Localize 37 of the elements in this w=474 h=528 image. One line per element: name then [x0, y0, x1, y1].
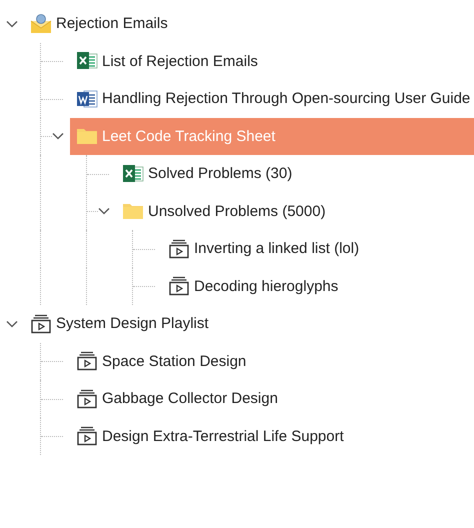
connector-line [41, 98, 63, 101]
spreadsheet-icon [122, 164, 144, 184]
tree-item[interactable]: Space Station Design [70, 342, 474, 380]
tree-item[interactable]: Handling Rejection Through Open-sourcing User Guide [70, 80, 474, 118]
chevron-icon[interactable] [6, 20, 18, 28]
playlist-icon [76, 388, 98, 409]
tree-item[interactable]: Gabbage Collector Design [70, 380, 474, 418]
chevron-icon[interactable] [6, 320, 18, 328]
tree-item[interactable]: Rejection Emails [24, 5, 474, 42]
connector-line [133, 286, 155, 288]
chevron-icon[interactable] [52, 132, 64, 140]
playlist-icon [30, 314, 52, 334]
tree-item[interactable]: List of Rejection Emails [70, 42, 474, 80]
playlist-icon [168, 276, 190, 296]
tree-item[interactable]: Solved Problems (30) [116, 155, 474, 192]
connector-line [133, 248, 155, 251]
spreadsheet-icon [76, 51, 98, 72]
connector-line [41, 61, 63, 64]
tree-item[interactable]: System Design Playlist [24, 305, 474, 342]
tree-item[interactable]: Design Extra-Terrestrial Life Support [70, 418, 474, 455]
playlist-icon [168, 238, 190, 259]
folder-icon [122, 201, 144, 222]
playlist-icon [76, 426, 98, 446]
connector-line [87, 174, 109, 176]
playlist-icon [76, 351, 98, 372]
connector-line [87, 211, 98, 214]
chevron-icon[interactable] [98, 207, 110, 216]
tree-item[interactable]: Decoding hieroglyphs [162, 268, 474, 305]
connector-line [41, 398, 63, 401]
connector-line [41, 361, 63, 364]
folder-icon [76, 126, 98, 146]
envelope-icon [30, 14, 52, 34]
connector-line [41, 436, 63, 438]
tree-item[interactable]: Inverting a linked list (lol) [162, 230, 474, 268]
connector-line [41, 136, 52, 138]
tree-item[interactable]: Unsolved Problems (5000) [116, 192, 474, 230]
document-icon [76, 88, 98, 109]
